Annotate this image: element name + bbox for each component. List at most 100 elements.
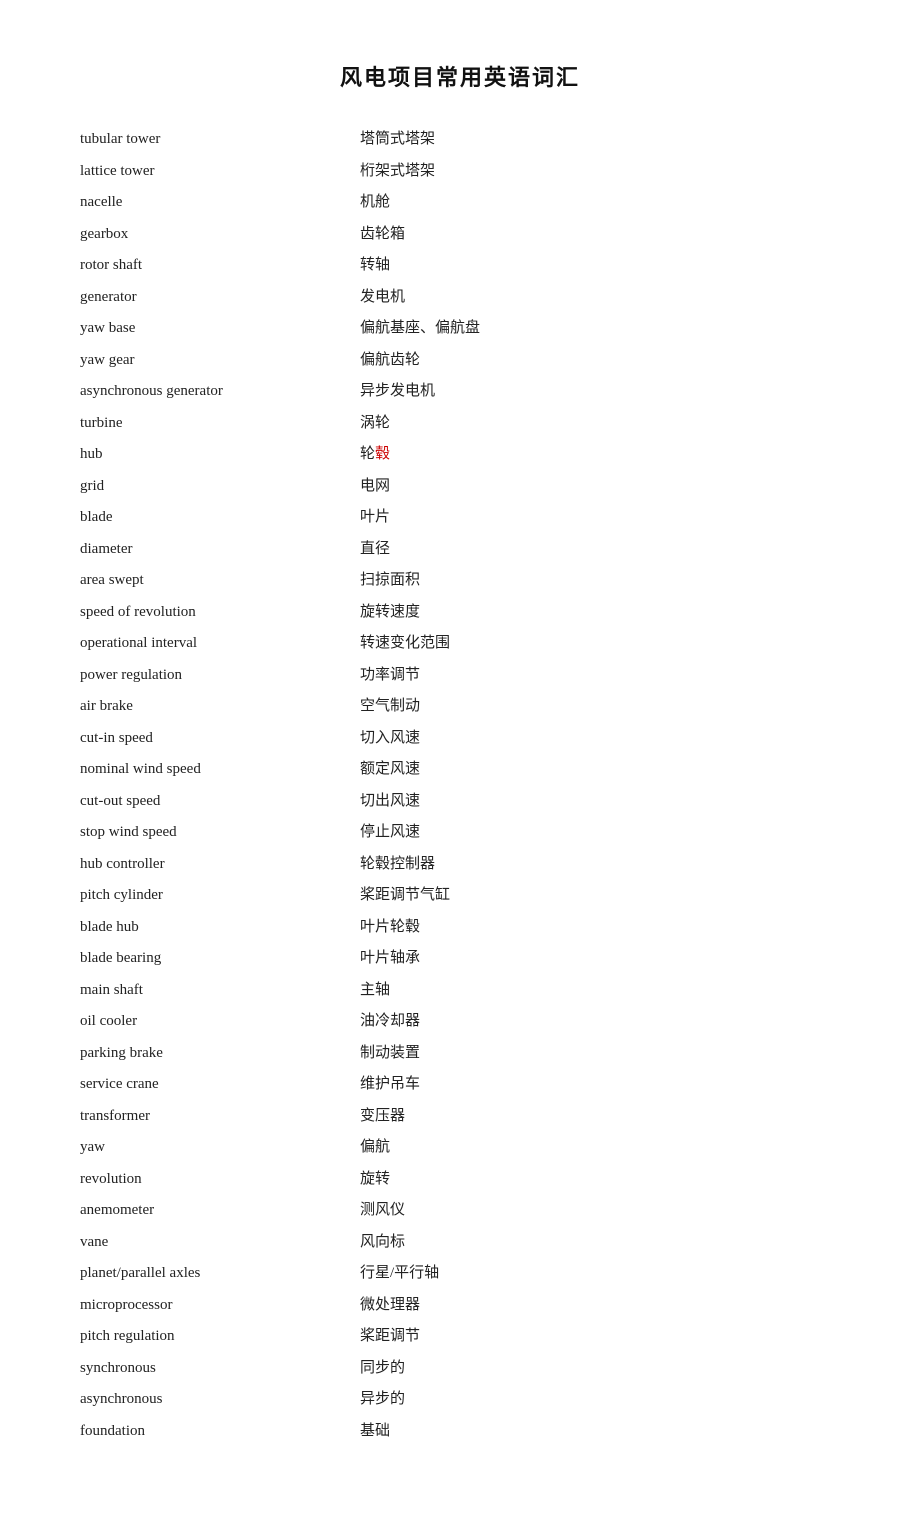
en-term: rotor shaft xyxy=(80,250,360,282)
zh-term: 轮毂控制器 xyxy=(360,849,840,881)
en-term: turbine xyxy=(80,408,360,440)
zh-term: 扫掠面积 xyxy=(360,565,840,597)
list-item: yaw base偏航基座、偏航盘 xyxy=(80,313,840,345)
en-term: grid xyxy=(80,471,360,503)
en-term: foundation xyxy=(80,1416,360,1448)
zh-term: 功率调节 xyxy=(360,660,840,692)
list-item: grid电网 xyxy=(80,471,840,503)
zh-term: 偏航 xyxy=(360,1132,840,1164)
en-term: power regulation xyxy=(80,660,360,692)
en-term: pitch regulation xyxy=(80,1321,360,1353)
zh-term: 风向标 xyxy=(360,1227,840,1259)
en-term: synchronous xyxy=(80,1353,360,1385)
list-item: anemometer测风仪 xyxy=(80,1195,840,1227)
zh-term: 旋转速度 xyxy=(360,597,840,629)
zh-term: 主轴 xyxy=(360,975,840,1007)
list-item: synchronous同步的 xyxy=(80,1353,840,1385)
en-term: yaw gear xyxy=(80,345,360,377)
list-item: main shaft主轴 xyxy=(80,975,840,1007)
en-term: cut-in speed xyxy=(80,723,360,755)
zh-term: 转速变化范围 xyxy=(360,628,840,660)
list-item: blade叶片 xyxy=(80,502,840,534)
list-item: power regulation功率调节 xyxy=(80,660,840,692)
en-term: nominal wind speed xyxy=(80,754,360,786)
zh-term: 偏航基座、偏航盘 xyxy=(360,313,840,345)
en-term: air brake xyxy=(80,691,360,723)
zh-term: 空气制动 xyxy=(360,691,840,723)
list-item: rotor shaft转轴 xyxy=(80,250,840,282)
list-item: blade bearing叶片轴承 xyxy=(80,943,840,975)
en-term: cut-out speed xyxy=(80,786,360,818)
en-term: revolution xyxy=(80,1164,360,1196)
list-item: parking brake制动装置 xyxy=(80,1038,840,1070)
en-term: oil cooler xyxy=(80,1006,360,1038)
zh-term: 齿轮箱 xyxy=(360,219,840,251)
list-item: yaw gear偏航齿轮 xyxy=(80,345,840,377)
list-item: microprocessor微处理器 xyxy=(80,1290,840,1322)
en-term: asynchronous generator xyxy=(80,376,360,408)
list-item: air brake空气制动 xyxy=(80,691,840,723)
list-item: revolution旋转 xyxy=(80,1164,840,1196)
list-item: hub轮毂 xyxy=(80,439,840,471)
zh-term: 微处理器 xyxy=(360,1290,840,1322)
list-item: pitch regulation桨距调节 xyxy=(80,1321,840,1353)
zh-term: 轮毂 xyxy=(360,439,840,471)
zh-term: 发电机 xyxy=(360,282,840,314)
zh-term: 测风仪 xyxy=(360,1195,840,1227)
en-term: microprocessor xyxy=(80,1290,360,1322)
en-term: pitch cylinder xyxy=(80,880,360,912)
vocab-table: tubular tower塔筒式塔架lattice tower桁架式塔架nace… xyxy=(80,124,840,1447)
zh-term: 变压器 xyxy=(360,1101,840,1133)
en-term: blade xyxy=(80,502,360,534)
list-item: service crane维护吊车 xyxy=(80,1069,840,1101)
en-term: diameter xyxy=(80,534,360,566)
list-item: nominal wind speed额定风速 xyxy=(80,754,840,786)
en-term: stop wind speed xyxy=(80,817,360,849)
list-item: asynchronous异步的 xyxy=(80,1384,840,1416)
zh-term: 额定风速 xyxy=(360,754,840,786)
list-item: oil cooler油冷却器 xyxy=(80,1006,840,1038)
list-item: turbine涡轮 xyxy=(80,408,840,440)
en-term: anemometer xyxy=(80,1195,360,1227)
en-term: vane xyxy=(80,1227,360,1259)
en-term: parking brake xyxy=(80,1038,360,1070)
zh-term: 叶片轮毂 xyxy=(360,912,840,944)
list-item: transformer变压器 xyxy=(80,1101,840,1133)
list-item: diameter直径 xyxy=(80,534,840,566)
zh-term: 异步的 xyxy=(360,1384,840,1416)
zh-term: 异步发电机 xyxy=(360,376,840,408)
page-title: 风电项目常用英语词汇 xyxy=(80,60,840,92)
zh-term: 油冷却器 xyxy=(360,1006,840,1038)
en-term: transformer xyxy=(80,1101,360,1133)
zh-term: 维护吊车 xyxy=(360,1069,840,1101)
list-item: lattice tower桁架式塔架 xyxy=(80,156,840,188)
list-item: cut-out speed切出风速 xyxy=(80,786,840,818)
list-item: planet/parallel axles行星/平行轴 xyxy=(80,1258,840,1290)
en-term: area swept xyxy=(80,565,360,597)
list-item: area swept扫掠面积 xyxy=(80,565,840,597)
zh-term: 桨距调节 xyxy=(360,1321,840,1353)
list-item: nacelle机舱 xyxy=(80,187,840,219)
list-item: operational interval转速变化范围 xyxy=(80,628,840,660)
en-term: planet/parallel axles xyxy=(80,1258,360,1290)
list-item: generator发电机 xyxy=(80,282,840,314)
list-item: asynchronous generator异步发电机 xyxy=(80,376,840,408)
list-item: stop wind speed停止风速 xyxy=(80,817,840,849)
en-term: speed of revolution xyxy=(80,597,360,629)
zh-term: 停止风速 xyxy=(360,817,840,849)
zh-term: 涡轮 xyxy=(360,408,840,440)
zh-term: 叶片轴承 xyxy=(360,943,840,975)
list-item: vane风向标 xyxy=(80,1227,840,1259)
en-term: yaw xyxy=(80,1132,360,1164)
en-term: gearbox xyxy=(80,219,360,251)
zh-term: 机舱 xyxy=(360,187,840,219)
zh-term: 电网 xyxy=(360,471,840,503)
en-term: lattice tower xyxy=(80,156,360,188)
en-term: blade bearing xyxy=(80,943,360,975)
zh-term: 塔筒式塔架 xyxy=(360,124,840,156)
en-term: nacelle xyxy=(80,187,360,219)
zh-term: 切入风速 xyxy=(360,723,840,755)
list-item: gearbox齿轮箱 xyxy=(80,219,840,251)
list-item: hub controller轮毂控制器 xyxy=(80,849,840,881)
list-item: yaw偏航 xyxy=(80,1132,840,1164)
